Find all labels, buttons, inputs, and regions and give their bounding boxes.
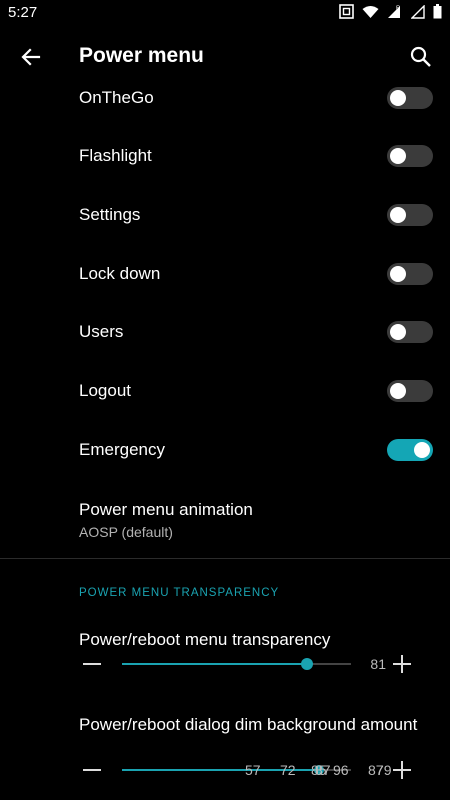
dialog-dim-title: Power/reboot dialog dim background amoun… [79,715,418,734]
glitch-value: 57 [245,762,261,778]
battery-icon [433,4,442,19]
status-bar: 5:27 R [0,0,450,26]
animation-title: Power menu animation [79,500,253,519]
switch-thumb [390,266,406,282]
toggle-label: OnTheGo [79,88,154,107]
switch-thumb [390,324,406,340]
glitch-value: 72 [280,762,296,778]
users-switch[interactable] [387,321,433,343]
wifi-icon [362,5,379,18]
toggle-label: Settings [79,205,141,224]
slider-fill [122,663,308,665]
toggle-row-flashlight[interactable]: Flashlight [0,131,450,181]
slider-value: 81 [370,656,386,672]
flashlight-switch[interactable] [387,145,433,167]
power-menu-animation-item[interactable]: Power menu animation AOSP (default) [0,490,450,552]
search-button[interactable] [406,42,436,72]
status-icons: R [339,4,442,19]
settings-switch[interactable] [387,204,433,226]
back-button[interactable] [16,42,46,72]
switch-thumb [414,442,430,458]
glitch-value: 87 [315,762,331,778]
switch-thumb [390,383,406,399]
toggle-row-lock-down[interactable]: Lock down [0,249,450,299]
glitch-value: 96 [333,762,349,778]
status-time: 5:27 [8,4,38,21]
toggle-row-onthego[interactable]: OnTheGo [0,73,450,123]
menu-transparency-slider-row: 81 [0,652,450,676]
slider-track[interactable] [122,658,351,670]
search-icon [410,46,431,67]
toggle-label: Flashlight [79,146,152,165]
divider [0,558,450,559]
arrow-back-icon [21,48,41,66]
signal-icon [411,4,425,19]
minus-icon[interactable] [83,663,101,665]
logout-switch[interactable] [387,380,433,402]
section-header: POWER MENU TRANSPARENCY [79,587,280,599]
toggle-label: Logout [79,381,131,400]
switch-thumb [390,207,406,223]
svg-text:R: R [396,6,401,12]
toggle-label: Lock down [79,264,161,283]
switch-thumb [390,90,406,106]
plus-icon-stroke [401,761,403,779]
minus-icon[interactable] [83,769,101,771]
onthego-switch[interactable] [387,87,433,109]
signal-r-icon: R [388,6,401,18]
nfc-icon [339,4,354,19]
plus-icon-stroke [401,655,403,673]
dialog-dim-slider-row: 57 72 85 87 96 87 79 [0,758,450,782]
glitch-value: 79 [376,762,392,778]
toggle-label: Emergency [79,440,165,459]
toggle-row-settings[interactable]: Settings [0,190,450,240]
menu-transparency-title: Power/reboot menu transparency [79,630,331,649]
lock-down-switch[interactable] [387,263,433,285]
switch-thumb [390,148,406,164]
toggle-label: Users [79,322,124,341]
toggle-row-emergency[interactable]: Emergency [0,425,450,475]
toggle-row-logout[interactable]: Logout [0,366,450,416]
page-title: Power menu [79,44,204,67]
animation-summary: AOSP (default) [79,524,173,540]
slider-thumb[interactable] [301,658,314,670]
toggle-row-users[interactable]: Users [0,307,450,357]
emergency-switch[interactable] [387,439,433,461]
